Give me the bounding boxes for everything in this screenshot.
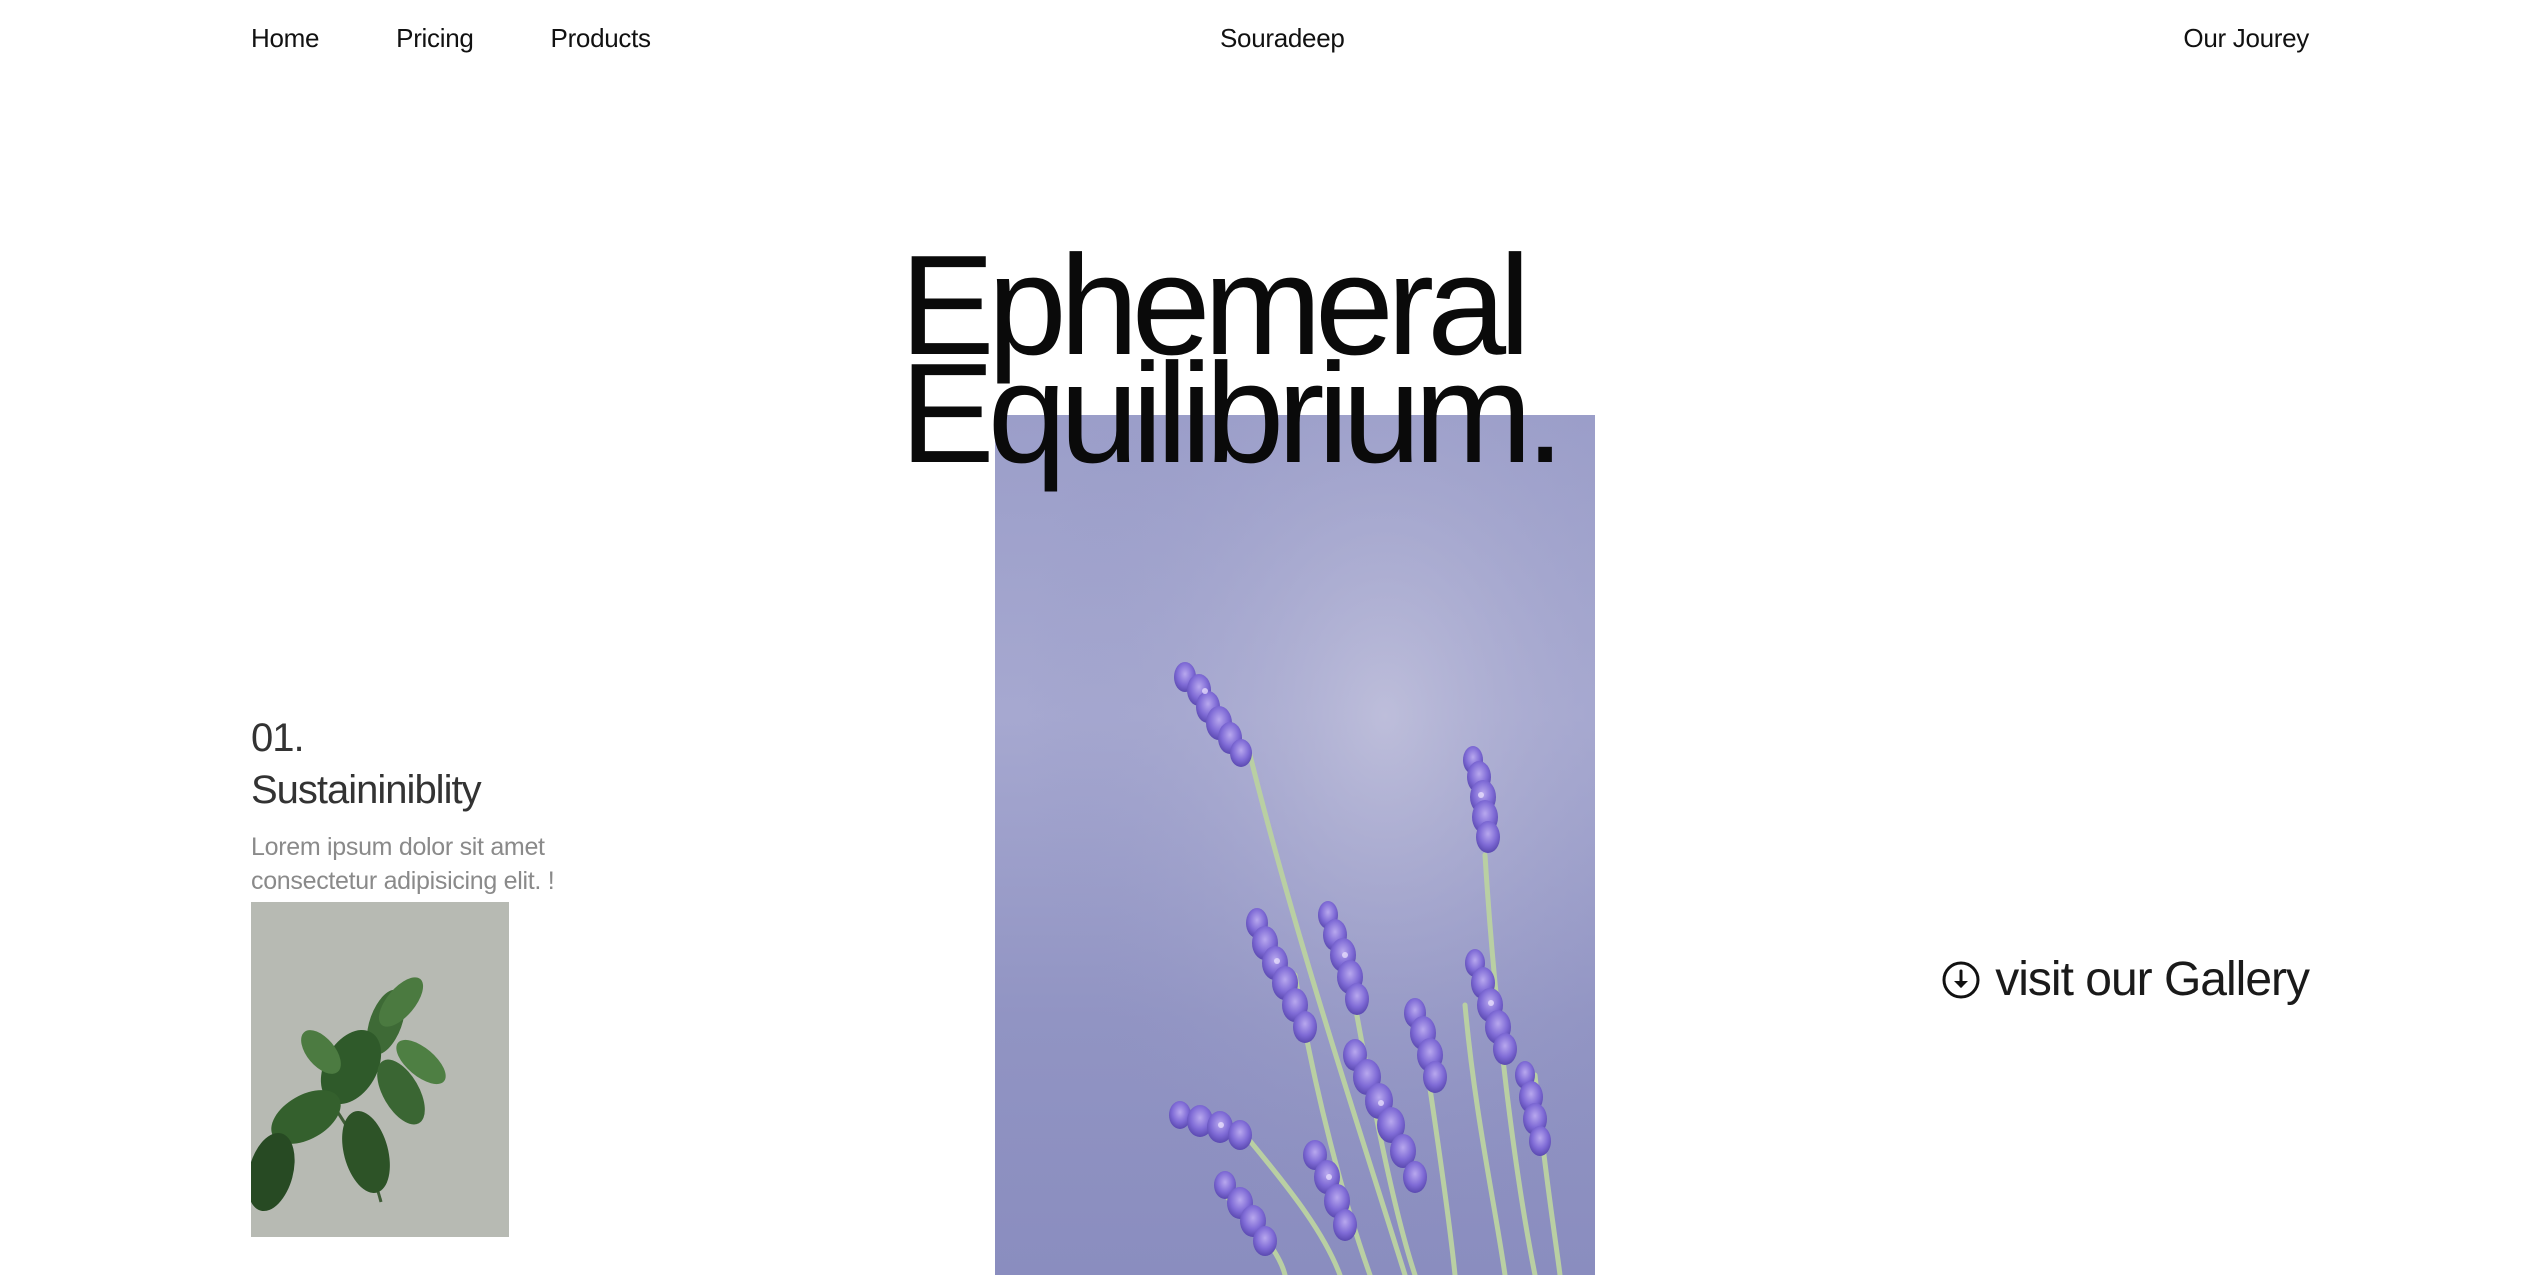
hero-title: Ephemeral Equilibrium. — [900, 235, 1565, 493]
feature-block: 01. Sustaininiblity Lorem ipsum dolor si… — [251, 712, 671, 898]
top-nav: Home Pricing Products Souradeep Our Jour… — [0, 0, 2535, 80]
nav-home-link[interactable]: Home — [251, 20, 319, 56]
hero-title-line2: Equilibrium. — [900, 334, 1565, 493]
arrow-down-circle-icon — [1941, 960, 1981, 1000]
feature-description: Lorem ipsum dolor sit amet consectetur a… — [251, 833, 555, 895]
nav-journey-link[interactable]: Our Jourey — [2183, 20, 2309, 56]
rubber-plant-photo — [251, 902, 509, 1237]
plant-illustration — [251, 902, 509, 1237]
nav-links: Home Pricing Products — [251, 20, 651, 56]
nav-pricing-link[interactable]: Pricing — [396, 20, 474, 56]
gallery-link[interactable]: visit our Gallery — [1941, 950, 2310, 1010]
lavender-illustration — [995, 415, 1595, 1275]
gallery-link-label: visit our Gallery — [1995, 953, 2310, 1006]
feature-title: Sustaininiblity — [251, 768, 482, 812]
nav-products-link[interactable]: Products — [551, 20, 652, 56]
brand-logo[interactable]: Souradeep — [1220, 20, 1345, 56]
feature-number: 01. — [251, 716, 305, 760]
lavender-photo — [995, 415, 1595, 1275]
